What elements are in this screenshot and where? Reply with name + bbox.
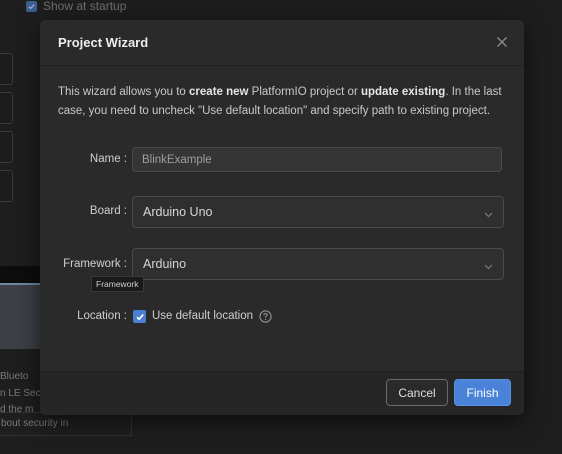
framework-tooltip: Framework [91, 276, 144, 292]
framework-label: Framework : [63, 258, 127, 270]
name-label: Name : [89, 153, 127, 165]
chevron-down-icon [483, 259, 494, 270]
dialog-footer [40, 371, 524, 415]
help-icon[interactable] [259, 310, 272, 323]
close-icon[interactable] [494, 34, 510, 50]
framework-select-value: Arduino [143, 257, 187, 271]
dialog-description: This wizard allows you to create new Pla… [58, 86, 502, 117]
use-default-location-checkbox[interactable] [133, 310, 146, 323]
location-label: Location : [77, 310, 127, 322]
dialog-title: Project Wizard [58, 35, 149, 50]
background-tile [0, 53, 13, 85]
chevron-down-icon [483, 207, 494, 218]
background-tile [0, 131, 13, 163]
background-image [0, 283, 42, 349]
cancel-button[interactable]: Cancel [386, 379, 448, 406]
check-icon [135, 313, 144, 321]
board-label: Board : [89, 205, 127, 217]
background-text: bout security in [1, 418, 69, 429]
board-select[interactable]: Arduino Uno [132, 196, 504, 228]
name-input[interactable] [132, 147, 502, 172]
project-wizard-dialog: Project Wizard This wizard allows you to… [40, 20, 524, 415]
background-tile [0, 92, 13, 124]
dialog-header: Project Wizard [40, 20, 524, 66]
show-at-startup-label: Show at startup [43, 0, 127, 13]
background-textbox: bout security in [0, 412, 132, 436]
board-select-value: Arduino Uno [143, 205, 213, 219]
background-band [0, 266, 42, 283]
background-tile [0, 170, 13, 202]
show-at-startup: Show at startup [26, 0, 126, 13]
background-text: Blueto [0, 371, 29, 382]
check-icon [28, 3, 35, 10]
use-default-location-label[interactable]: Use default location [152, 310, 253, 322]
show-at-startup-checkbox [26, 0, 37, 12]
framework-select[interactable]: Arduino [132, 248, 504, 280]
background-text: n LE Sec [0, 388, 41, 399]
finish-button[interactable]: Finish [454, 379, 511, 406]
